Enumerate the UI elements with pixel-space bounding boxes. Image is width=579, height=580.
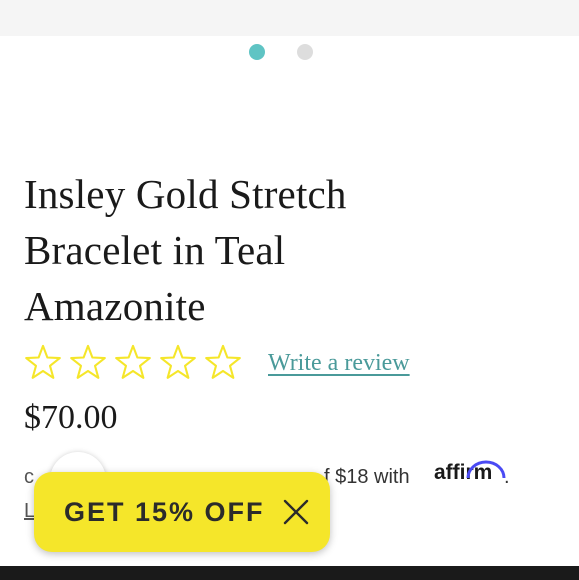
carousel-pagination — [0, 42, 579, 62]
bottom-bar — [0, 566, 579, 580]
affirm-arc-icon — [466, 460, 506, 479]
carousel-dot-active[interactable] — [249, 44, 265, 60]
affirm-text-fragment: c — [24, 466, 34, 488]
product-title-line: Amazonite — [24, 283, 206, 329]
product-title-line: Bracelet in Teal — [24, 227, 286, 273]
rating-stars — [24, 344, 242, 382]
affirm-period: . — [504, 466, 510, 488]
star-outline-icon — [160, 344, 196, 379]
affirm-installment-text: f $18 with — [324, 466, 410, 488]
star-outline-icon — [70, 344, 106, 379]
write-review-link[interactable]: Write a review — [268, 348, 410, 378]
product-price: $70.00 — [24, 399, 118, 436]
product-title: Insley Gold Stretch Bracelet in Teal Ama… — [24, 166, 544, 334]
product-title-line: Insley Gold Stretch — [24, 171, 347, 217]
discount-label[interactable]: GET 15% OFF — [64, 497, 265, 528]
discount-popup[interactable]: GET 15% OFF — [34, 472, 330, 552]
star-outline-icon — [25, 344, 61, 379]
image-carousel-bottom — [0, 0, 579, 36]
carousel-dot[interactable] — [297, 44, 313, 60]
close-icon[interactable] — [282, 498, 310, 526]
star-outline-icon — [115, 344, 151, 379]
star-outline-icon — [205, 344, 241, 379]
